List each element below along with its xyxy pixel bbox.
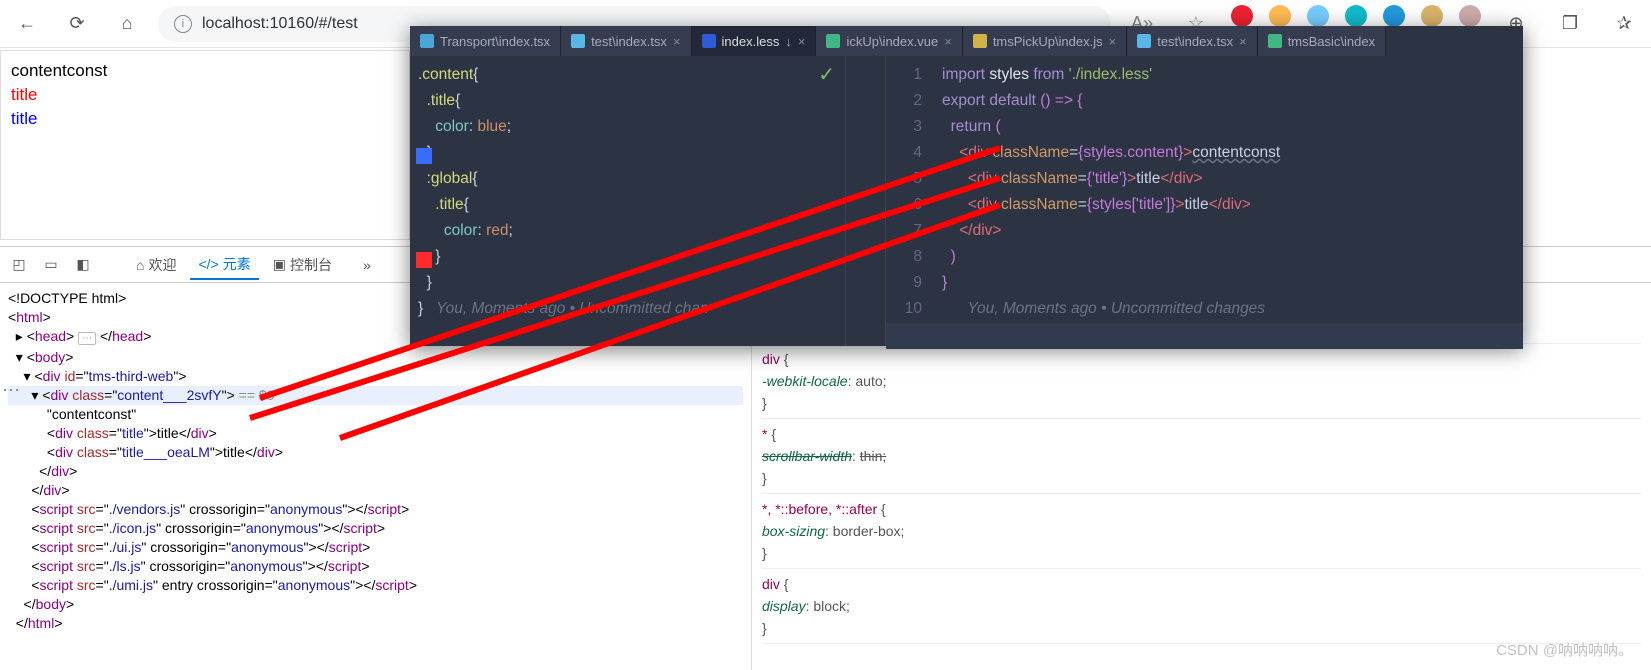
css-rule[interactable]: * { scrollbar-width: thin;} <box>762 419 1641 494</box>
ext-icon-1[interactable] <box>1231 5 1253 27</box>
content-text: contentconst <box>11 59 399 83</box>
script-node[interactable]: <script src="./icon.js" crossorigin="ano… <box>8 519 743 538</box>
selected-row-marker: ⋯ <box>2 380 22 401</box>
close-icon[interactable]: × <box>798 34 806 49</box>
css-rule[interactable]: *, *::before, *::after { box-sizing: bor… <box>762 494 1641 569</box>
more-tabs-icon[interactable]: » <box>354 252 380 278</box>
inspect-icon[interactable]: ◰ <box>6 252 32 278</box>
editor-tab[interactable]: test\index.tsx × <box>1127 26 1257 56</box>
gutter-mark-blue <box>416 148 432 164</box>
gutter-mark-red <box>416 252 432 268</box>
close-icon[interactable]: × <box>673 34 681 49</box>
tab-elements[interactable]: </> 元素 <box>190 250 258 280</box>
rendered-page: contentconst title title <box>0 50 410 240</box>
child-title-1[interactable]: <div class="title">title</div> <box>8 424 743 443</box>
editor-pane-less[interactable]: ✓ .content{ .title{ color: blue; } :glob… <box>410 56 886 346</box>
body-open[interactable]: ▾ <body> <box>8 348 743 367</box>
close-icon[interactable]: × <box>1109 34 1117 49</box>
editor-tab[interactable]: Transport\index.tsx <box>410 26 561 56</box>
ext-icon-7[interactable] <box>1459 5 1481 27</box>
device-icon[interactable]: ▭ <box>38 252 64 278</box>
ext-icon-5[interactable] <box>1383 5 1405 27</box>
editor-tab[interactable]: index.less ↓ × <box>692 26 817 56</box>
script-node[interactable]: <script src="./ls.js" crossorigin="anony… <box>8 557 743 576</box>
tab-console[interactable]: ▣ 控制台 <box>265 251 340 279</box>
home-button[interactable]: ⌂ <box>108 5 146 43</box>
html-close[interactable]: </html> <box>8 614 743 633</box>
dock-icon[interactable]: ◧ <box>70 252 96 278</box>
site-info-icon[interactable]: i <box>174 15 192 33</box>
refresh-button[interactable]: ⟳ <box>58 5 96 43</box>
close-icon[interactable]: × <box>944 34 952 49</box>
css-rule[interactable]: div { -webkit-locale: auto;} <box>762 344 1641 419</box>
text-node[interactable]: "contentconst" <box>8 405 743 424</box>
editor-tabs: Transport\index.tsxtest\index.tsx ×index… <box>410 26 1523 56</box>
less-code[interactable]: .content{ .title{ color: blue; } :global… <box>410 56 845 346</box>
line-highlight <box>886 323 1523 349</box>
check-icon: ✓ <box>818 62 835 87</box>
ext-icon-6[interactable] <box>1421 5 1443 27</box>
watermark: CSDN @呐呐呐呐。 <box>1496 639 1633 660</box>
css-rule[interactable]: div { display: block;} <box>762 569 1641 644</box>
url-text: localhost:10160/#/test <box>202 15 358 33</box>
body-close[interactable]: </body> <box>8 595 743 614</box>
script-node[interactable]: <script src="./vendors.js" crossorigin="… <box>8 500 743 519</box>
div-content-selected[interactable]: ▾ <div class="content___2svfY"> == $0 <box>8 386 743 405</box>
child-title-2[interactable]: <div class="title___oeaLM">title</div> <box>8 443 743 462</box>
minimap[interactable] <box>845 56 885 346</box>
editor-pane-tsx[interactable]: 12345678910 import styles from './index.… <box>886 56 1523 346</box>
div-close-2[interactable]: </div> <box>8 481 743 500</box>
back-button[interactable]: ← <box>8 5 46 43</box>
code-editor: Transport\index.tsxtest\index.tsx ×index… <box>410 26 1523 346</box>
close-icon[interactable]: × <box>1239 34 1247 49</box>
tsx-code[interactable]: import styles from './index.less' export… <box>934 56 1523 346</box>
favorites-star-icon[interactable]: ✰ <box>1605 5 1643 43</box>
copy-icon[interactable]: ❐ <box>1551 5 1589 43</box>
tab-welcome[interactable]: ⌂ 欢迎 <box>128 251 184 279</box>
line-numbers: 12345678910 <box>886 56 934 346</box>
editor-tab[interactable]: ickUp\index.vue × <box>816 26 962 56</box>
title-blue: title <box>11 107 399 131</box>
div-tms[interactable]: ▾ <div id="tms-third-web"> <box>8 367 743 386</box>
script-node[interactable]: <script src="./umi.js" entry crossorigin… <box>8 576 743 595</box>
editor-tab[interactable]: tmsPickUp\index.js × <box>963 26 1127 56</box>
script-node[interactable]: <script src="./ui.js" crossorigin="anony… <box>8 538 743 557</box>
ext-icon-4[interactable] <box>1345 5 1367 27</box>
editor-tab[interactable]: test\index.tsx × <box>561 26 691 56</box>
editor-tab[interactable]: tmsBasic\index <box>1258 26 1386 56</box>
ext-icon-3[interactable] <box>1307 5 1329 27</box>
ext-icon-2[interactable] <box>1269 5 1291 27</box>
title-red: title <box>11 83 399 107</box>
div-close-1[interactable]: </div> <box>8 462 743 481</box>
ellipsis-icon[interactable]: ⋯ <box>78 332 96 345</box>
